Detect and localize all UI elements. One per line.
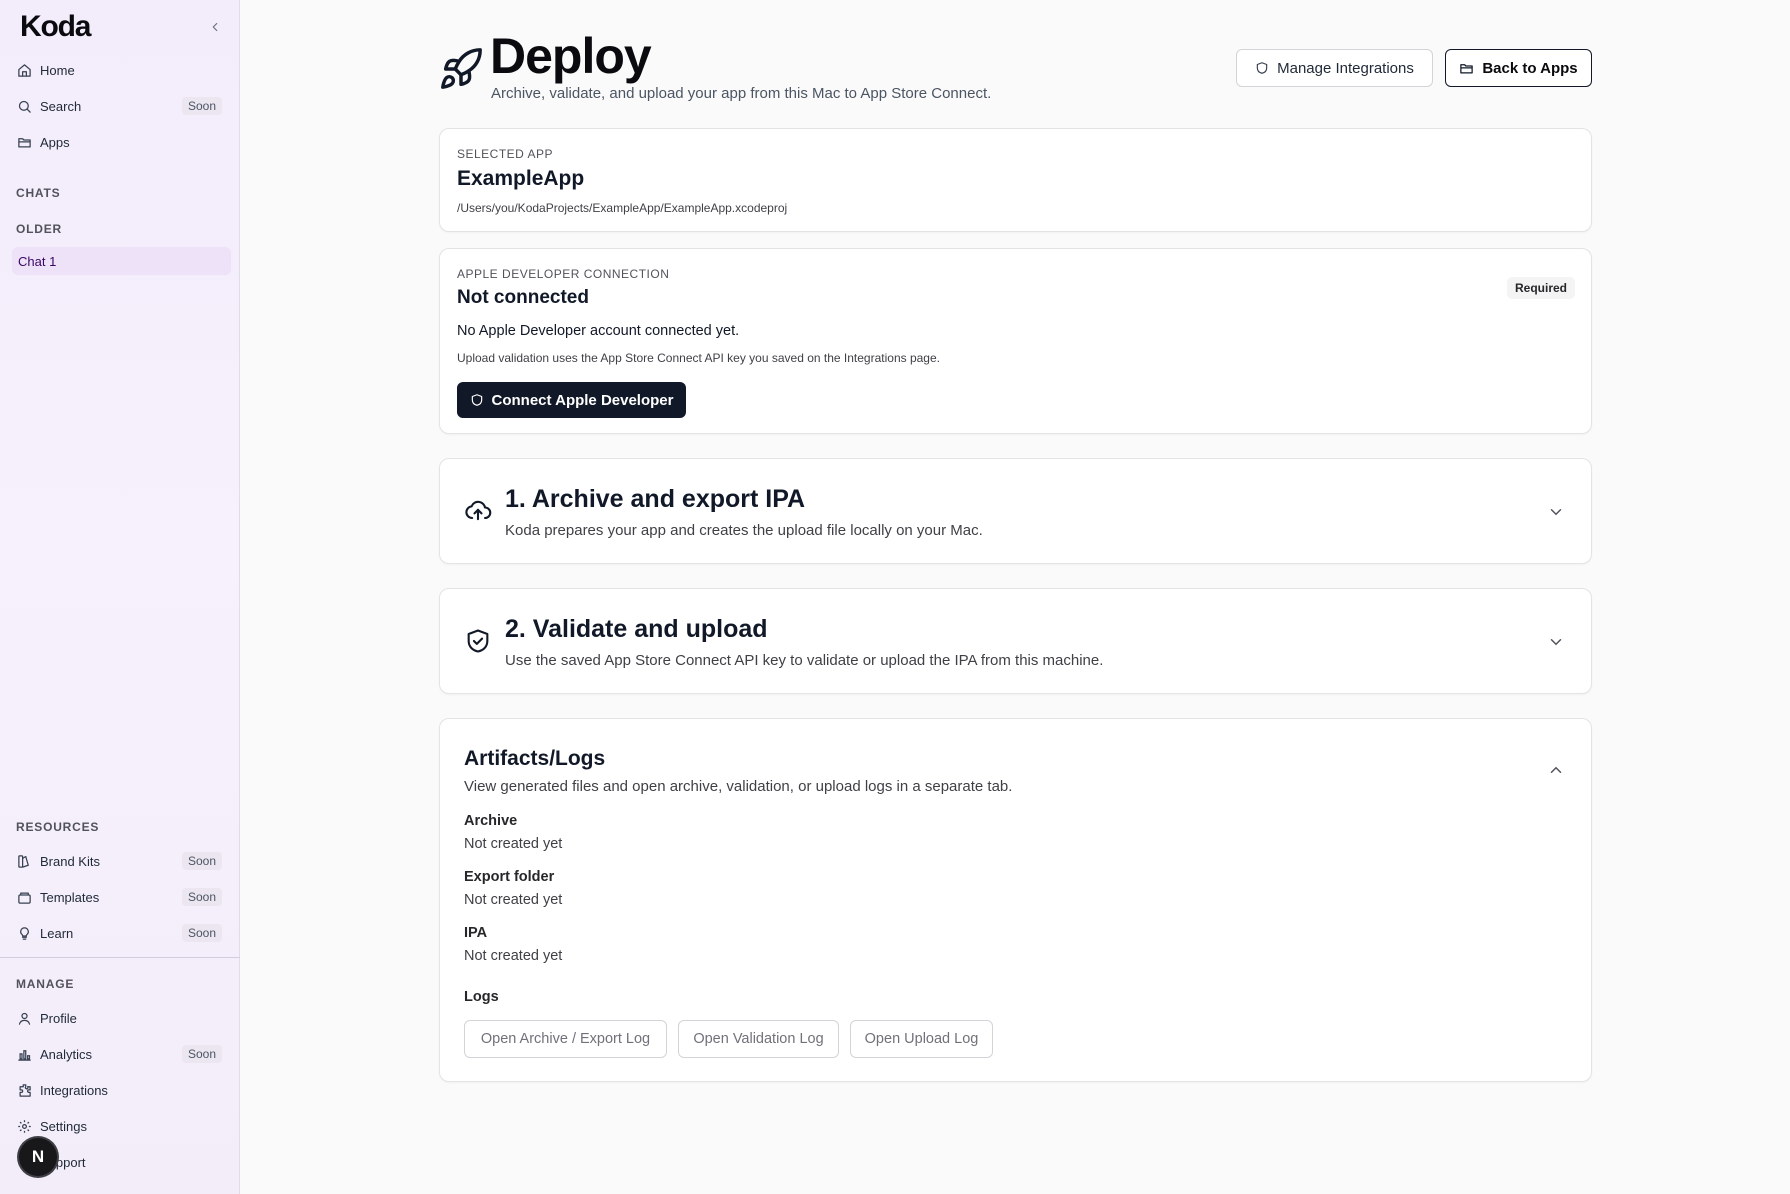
apple-developer-card: APPLE DEVELOPER CONNECTION Not connected…: [439, 248, 1592, 434]
developer-eyebrow: APPLE DEVELOPER CONNECTION: [457, 267, 670, 281]
sidebar-item-label: Settings: [40, 1118, 87, 1134]
chats-section-title: CHATS: [16, 186, 61, 200]
resources-section-title: RESOURCES: [16, 820, 100, 834]
page-title: Deploy: [490, 28, 652, 84]
sidebar-item-brand-kits[interactable]: Brand Kits Soon: [12, 847, 228, 875]
chevron-down-icon[interactable]: [1547, 503, 1565, 521]
soon-badge: Soon: [181, 888, 222, 906]
sidebar-item-label: Learn: [40, 925, 74, 941]
sidebar-item-label: Apps: [40, 134, 70, 150]
selected-app-path: /Users/you/KodaProjects/ExampleApp/Examp…: [457, 201, 788, 215]
back-to-apps-label: Back to Apps: [1482, 59, 1578, 77]
connect-apple-developer-label: Connect Apple Developer: [491, 391, 674, 409]
back-to-apps-button[interactable]: Back to Apps: [1445, 49, 1592, 87]
artifact-value: Not created yet: [464, 948, 563, 964]
sidebar-item-label: Support: [40, 1154, 86, 1170]
shield-check-icon: [467, 629, 489, 653]
sidebar-item-label: Integrations: [40, 1082, 108, 1098]
user-avatar[interactable]: N: [19, 1138, 57, 1176]
artifact-label: IPA: [464, 925, 488, 941]
lightbulb-icon: [16, 925, 32, 941]
selected-app-eyebrow: SELECTED APP: [457, 147, 554, 161]
rocket-icon: [441, 48, 482, 89]
gear-icon: [16, 1118, 32, 1134]
sidebar-item-analytics[interactable]: Analytics Soon: [12, 1040, 228, 1068]
open-upload-log-button[interactable]: Open Upload Log: [850, 1020, 993, 1058]
sidebar-item-profile[interactable]: Profile: [12, 1004, 228, 1032]
developer-note: Upload validation uses the App Store Con…: [457, 351, 940, 365]
artifact-label: Archive: [464, 813, 518, 829]
connect-apple-developer-button[interactable]: Connect Apple Developer: [457, 382, 686, 418]
artifacts-logs-card: Artifacts/Logs View generated files and …: [439, 718, 1592, 1082]
chevron-up-icon[interactable]: [1547, 761, 1565, 779]
sidebar-item-settings[interactable]: Settings: [12, 1112, 228, 1140]
shield-icon: [471, 394, 482, 406]
step-description: Koda prepares your app and creates the u…: [505, 522, 983, 539]
open-archive-export-log-button[interactable]: Open Archive / Export Log: [464, 1020, 667, 1058]
chat-item[interactable]: Chat 1: [12, 247, 231, 275]
selected-app-name: ExampleApp: [457, 167, 585, 190]
sidebar-item-label: Analytics: [40, 1046, 93, 1062]
required-badge: Required: [1506, 277, 1575, 299]
sidebar-item-label: Home: [40, 62, 75, 78]
folder-icon: [16, 134, 32, 150]
sidebar-item-integrations[interactable]: Integrations: [12, 1076, 228, 1104]
sidebar-item-label: Profile: [40, 1010, 77, 1026]
home-icon: [16, 62, 32, 78]
sidebar-item-learn[interactable]: Learn Soon: [12, 919, 228, 947]
chevron-left-icon: [212, 22, 218, 32]
sidebar-item-label: Brand Kits: [40, 853, 100, 869]
developer-description: No Apple Developer account connected yet…: [457, 323, 740, 339]
bar-chart-icon: [16, 1046, 32, 1062]
artifact-value: Not created yet: [464, 892, 563, 908]
logs-title: Logs: [464, 989, 499, 1005]
search-icon: [16, 98, 32, 114]
manage-section-title: MANAGE: [16, 977, 75, 991]
soon-badge: Soon: [181, 924, 222, 942]
chevron-down-icon[interactable]: [1547, 633, 1565, 651]
shield-icon: [1256, 62, 1268, 74]
artifact-value: Not created yet: [464, 836, 563, 852]
older-section-title: OLDER: [16, 222, 62, 236]
artifacts-description: View generated files and open archive, v…: [464, 778, 1013, 795]
puzzle-icon: [16, 1082, 32, 1098]
soon-badge: Soon: [181, 1045, 222, 1063]
step-archive-card[interactable]: 1. Archive and export IPA Koda prepares …: [439, 458, 1592, 564]
sidebar-divider: [0, 957, 240, 958]
sidebar-item-label: Search: [40, 98, 82, 114]
selected-app-card: SELECTED APP ExampleApp /Users/you/KodaP…: [439, 128, 1592, 232]
open-validation-log-button[interactable]: Open Validation Log: [678, 1020, 839, 1058]
sidebar-item-apps[interactable]: Apps: [12, 128, 228, 156]
user-icon: [16, 1010, 32, 1026]
sidebar: Koda Home Search Soon Apps CHATS OLDER C…: [0, 0, 240, 1194]
step-title: 1. Archive and export IPA: [505, 485, 806, 513]
main-content: Deploy Archive, validate, and upload you…: [241, 0, 1790, 1194]
artifact-label: Export folder: [464, 869, 555, 885]
collapse-sidebar-button[interactable]: [204, 16, 226, 38]
sidebar-item-home[interactable]: Home: [12, 56, 228, 84]
manage-integrations-label: Manage Integrations: [1277, 59, 1414, 77]
koda-logo[interactable]: Koda: [20, 10, 91, 44]
app-root: Koda Home Search Soon Apps CHATS OLDER C…: [0, 0, 1790, 1194]
step-title: 2. Validate and upload: [505, 615, 768, 643]
developer-status: Not connected: [457, 287, 589, 308]
cloud-upload-icon: [465, 500, 492, 521]
brand-kit-icon: [16, 853, 32, 869]
soon-badge: Soon: [181, 852, 222, 870]
step-validate-card[interactable]: 2. Validate and upload Use the saved App…: [439, 588, 1592, 694]
page-subtitle: Archive, validate, and upload your app f…: [491, 85, 992, 102]
folder-icon: [1460, 63, 1474, 73]
sidebar-item-templates[interactable]: Templates Soon: [12, 883, 228, 911]
soon-badge: Soon: [181, 97, 222, 115]
sidebar-item-search[interactable]: Search Soon: [12, 92, 228, 120]
artifacts-title: Artifacts/Logs: [464, 747, 606, 770]
step-description: Use the saved App Store Connect API key …: [505, 652, 1104, 669]
manage-integrations-button[interactable]: Manage Integrations: [1236, 49, 1433, 87]
sidebar-item-label: Templates: [40, 889, 100, 905]
templates-icon: [16, 889, 32, 905]
